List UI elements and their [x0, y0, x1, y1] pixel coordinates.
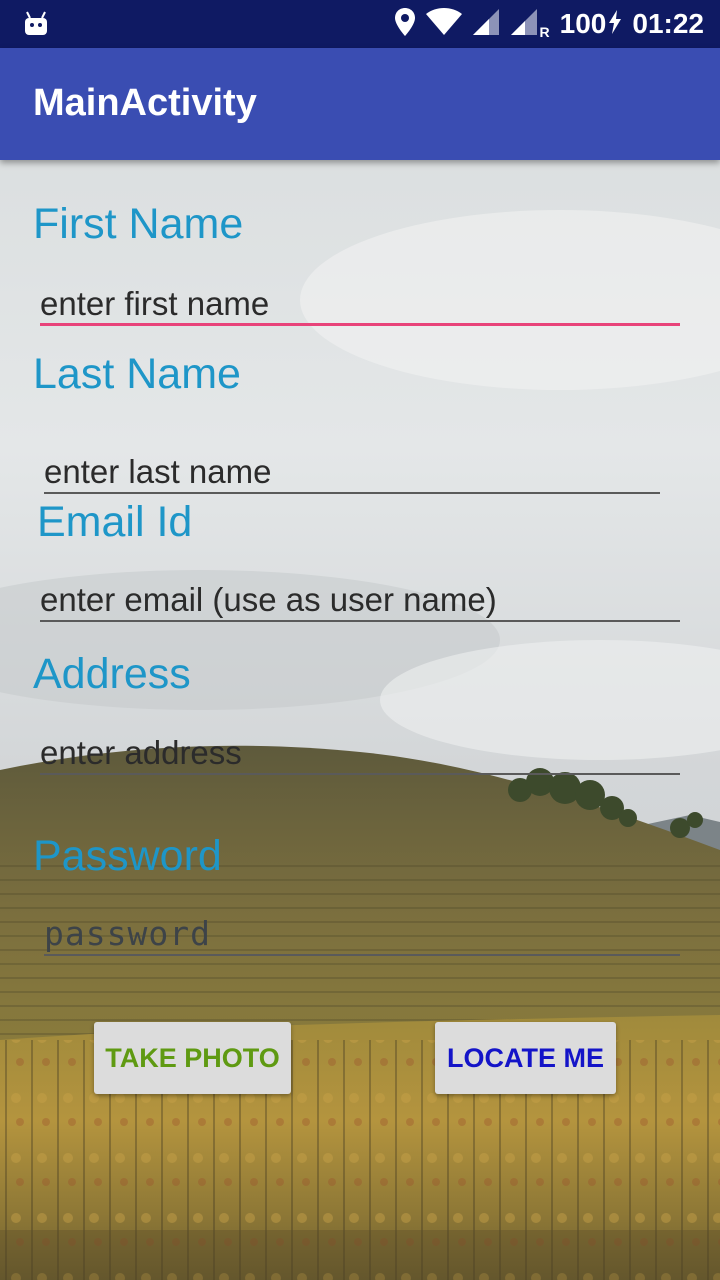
app-bar: MainActivity — [0, 48, 720, 160]
wifi-icon — [425, 7, 462, 41]
email-input[interactable]: enter email (use as user name) — [40, 578, 680, 622]
status-bar: R 100 01:22 — [0, 0, 720, 48]
address-label: Address — [33, 650, 191, 698]
address-input[interactable]: enter address — [40, 731, 680, 775]
first-name-input[interactable]: enter first name — [40, 282, 680, 326]
take-photo-button[interactable]: TAKE PHOTO — [94, 1022, 291, 1094]
password-label: Password — [33, 832, 222, 880]
android-icon — [24, 10, 48, 41]
roaming-indicator: R — [539, 24, 550, 40]
email-label: Email Id — [37, 498, 193, 546]
clock: 01:22 — [632, 8, 704, 39]
location-icon — [394, 7, 416, 42]
last-name-input[interactable]: enter last name — [44, 450, 660, 494]
battery-level: 100 — [559, 8, 607, 39]
password-input[interactable]: password — [44, 912, 680, 956]
charging-icon — [608, 9, 622, 39]
signal-icon — [472, 8, 500, 41]
signal-roaming-icon — [510, 8, 538, 41]
locate-me-button[interactable]: LOCATE ME — [435, 1022, 616, 1094]
first-name-label: First Name — [33, 200, 244, 248]
page-title: MainActivity — [33, 82, 257, 124]
last-name-label: Last Name — [33, 350, 241, 398]
